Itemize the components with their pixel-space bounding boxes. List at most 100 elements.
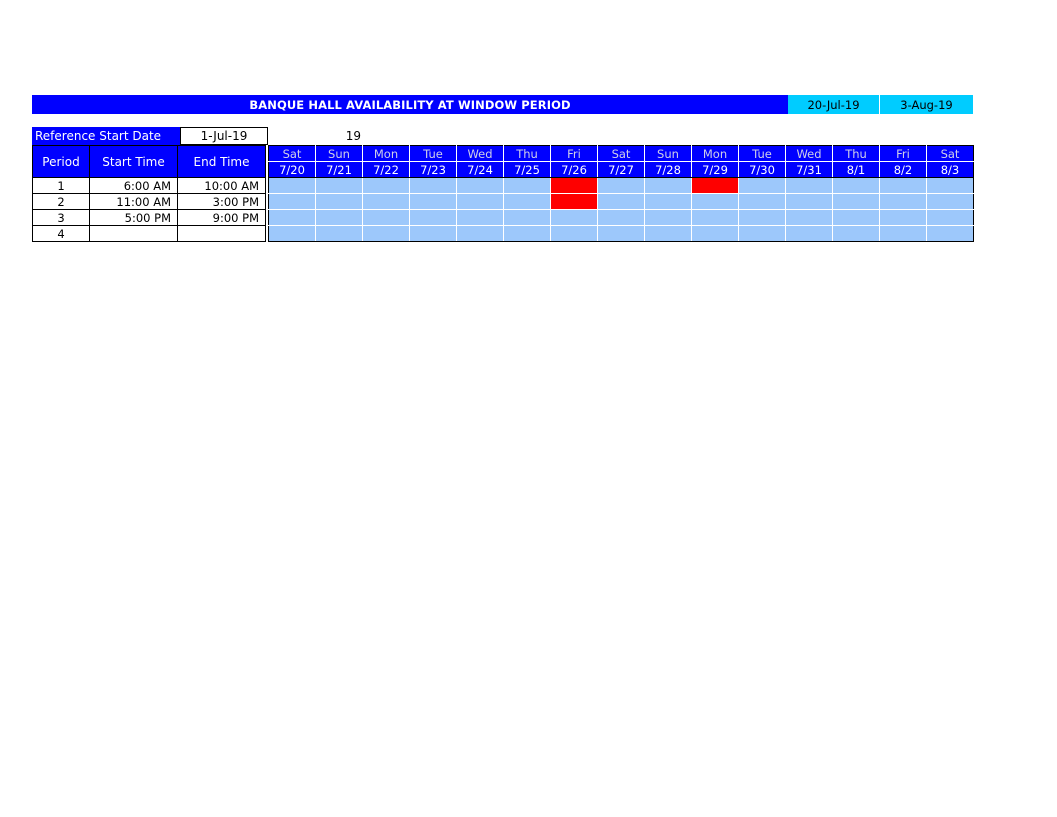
calendar-cell-available[interactable] — [597, 209, 645, 226]
calendar-cell-available[interactable] — [409, 193, 457, 210]
calendar-cell-available[interactable] — [503, 209, 551, 226]
calendar-cell-available[interactable] — [409, 225, 457, 242]
period-number-cell[interactable]: 1 — [32, 177, 90, 194]
calendar-cell-available[interactable] — [832, 177, 880, 194]
calendar-cell-available[interactable] — [926, 209, 974, 226]
calendar-cell-available[interactable] — [785, 177, 833, 194]
calendar-cell-available[interactable] — [832, 193, 880, 210]
calendar-cell-available[interactable] — [738, 193, 786, 210]
calendar-cell-available[interactable] — [315, 209, 363, 226]
period-number-cell[interactable]: 4 — [32, 225, 90, 242]
calendar-cell-available[interactable] — [879, 209, 927, 226]
start-time-cell[interactable]: 5:00 PM — [89, 209, 178, 226]
calendar-cell-available[interactable] — [691, 209, 739, 226]
calendar-cell-available[interactable] — [926, 225, 974, 242]
start-time-cell[interactable]: 11:00 AM — [89, 193, 178, 210]
calendar-cell-available[interactable] — [503, 193, 551, 210]
calendar-cell-available[interactable] — [832, 225, 880, 242]
end-time-cell[interactable]: 3:00 PM — [177, 193, 266, 210]
calendar-cell-available[interactable] — [456, 177, 504, 194]
calendar-cell-available[interactable] — [550, 209, 598, 226]
calendar-cell-available[interactable] — [362, 209, 410, 226]
reference-start-date-label: Reference Start Date — [32, 127, 180, 145]
calendar-weekday-header: Fri — [879, 145, 927, 162]
calendar-cell-available[interactable] — [879, 225, 927, 242]
calendar-cell-available[interactable] — [362, 177, 410, 194]
column-header-period: Period — [32, 145, 90, 178]
calendar-cell-available[interactable] — [879, 177, 927, 194]
reference-start-date-input[interactable]: 1-Jul-19 — [180, 127, 268, 145]
calendar-row — [268, 193, 974, 210]
calendar-cell-available[interactable] — [268, 177, 316, 194]
calendar-weekday-header: Fri — [550, 145, 598, 162]
calendar-cell-available[interactable] — [315, 225, 363, 242]
calendar-date-header: 7/30 — [738, 161, 786, 178]
calendar-cell-available[interactable] — [926, 177, 974, 194]
calendar-cell-available[interactable] — [268, 225, 316, 242]
calendar-cell-available[interactable] — [315, 193, 363, 210]
calendar-cell-available[interactable] — [503, 177, 551, 194]
calendar-weekday-header: Thu — [503, 145, 551, 162]
calendar-cell-available[interactable] — [503, 225, 551, 242]
calendar-cell-available[interactable] — [926, 193, 974, 210]
calendar-cell-available[interactable] — [785, 225, 833, 242]
calendar-weekday-row: Sat Sun Mon Tue Wed Thu Fri Sat Sun Mon Tue Wed Thu F… — [268, 145, 974, 162]
calendar-cell-available[interactable] — [691, 225, 739, 242]
calendar-cell-available[interactable] — [644, 193, 692, 210]
calendar-cell-available[interactable] — [879, 193, 927, 210]
calendar-cell-available[interactable] — [738, 209, 786, 226]
calendar-weekday-header: Sat — [926, 145, 974, 162]
calendar-cell-available[interactable] — [597, 193, 645, 210]
calendar-cell-available[interactable] — [738, 177, 786, 194]
end-time-cell[interactable]: 9:00 PM — [177, 209, 266, 226]
calendar-weekday-header: Tue — [738, 145, 786, 162]
period-number-cell[interactable]: 3 — [32, 209, 90, 226]
calendar-cell-available[interactable] — [691, 193, 739, 210]
window-start-date[interactable]: 20-Jul-19 — [788, 95, 880, 114]
sheet-title-banner: BANQUE HALL AVAILABILITY AT WINDOW PERIO… — [32, 95, 788, 114]
calendar-cell-available[interactable] — [644, 209, 692, 226]
calendar-date-header: 7/26 — [550, 161, 598, 178]
calendar-cell-booked[interactable] — [691, 177, 739, 194]
calendar-cell-available[interactable] — [362, 225, 410, 242]
period-table-header-row: Period Start Time End Time — [32, 145, 266, 178]
calendar-cell-available[interactable] — [597, 225, 645, 242]
calendar-weekday-header: Wed — [456, 145, 504, 162]
calendar-cell-available[interactable] — [550, 225, 598, 242]
start-time-cell[interactable]: 6:00 AM — [89, 177, 178, 194]
calendar-cell-available[interactable] — [409, 209, 457, 226]
period-number-cell[interactable]: 2 — [32, 193, 90, 210]
calendar-date-header: 7/20 — [268, 161, 316, 178]
calendar-row — [268, 225, 974, 242]
calendar-cell-available[interactable] — [738, 225, 786, 242]
calendar-cell-available[interactable] — [268, 209, 316, 226]
calendar-cell-available[interactable] — [456, 209, 504, 226]
calendar-cell-available[interactable] — [456, 193, 504, 210]
calendar-cell-available[interactable] — [409, 177, 457, 194]
start-time-cell[interactable] — [89, 225, 178, 242]
calendar-date-header: 7/24 — [456, 161, 504, 178]
end-time-cell[interactable]: 10:00 AM — [177, 177, 266, 194]
calendar-date-header: 8/1 — [832, 161, 880, 178]
calendar-cell-available[interactable] — [597, 177, 645, 194]
calendar-cell-available[interactable] — [644, 225, 692, 242]
calendar-cell-available[interactable] — [362, 193, 410, 210]
calendar-cell-available[interactable] — [644, 177, 692, 194]
calendar-weekday-header: Sun — [644, 145, 692, 162]
table-row: 3 5:00 PM 9:00 PM — [32, 209, 266, 226]
calendar-cell-available[interactable] — [315, 177, 363, 194]
calendar-cell-available[interactable] — [785, 193, 833, 210]
calendar-cell-available[interactable] — [785, 209, 833, 226]
end-time-cell[interactable] — [177, 225, 266, 242]
calendar-cell-booked[interactable] — [550, 177, 598, 194]
calendar-cell-available[interactable] — [268, 193, 316, 210]
column-header-start-time: Start Time — [89, 145, 178, 178]
calendar-cell-booked[interactable] — [550, 193, 598, 210]
calendar-date-header: 7/27 — [597, 161, 645, 178]
calendar-cell-available[interactable] — [832, 209, 880, 226]
reference-day-count[interactable]: 19 — [270, 127, 363, 145]
calendar-weekday-header: Sat — [597, 145, 645, 162]
window-end-date[interactable]: 3-Aug-19 — [880, 95, 973, 114]
calendar-cell-available[interactable] — [456, 225, 504, 242]
calendar-date-header: 7/23 — [409, 161, 457, 178]
